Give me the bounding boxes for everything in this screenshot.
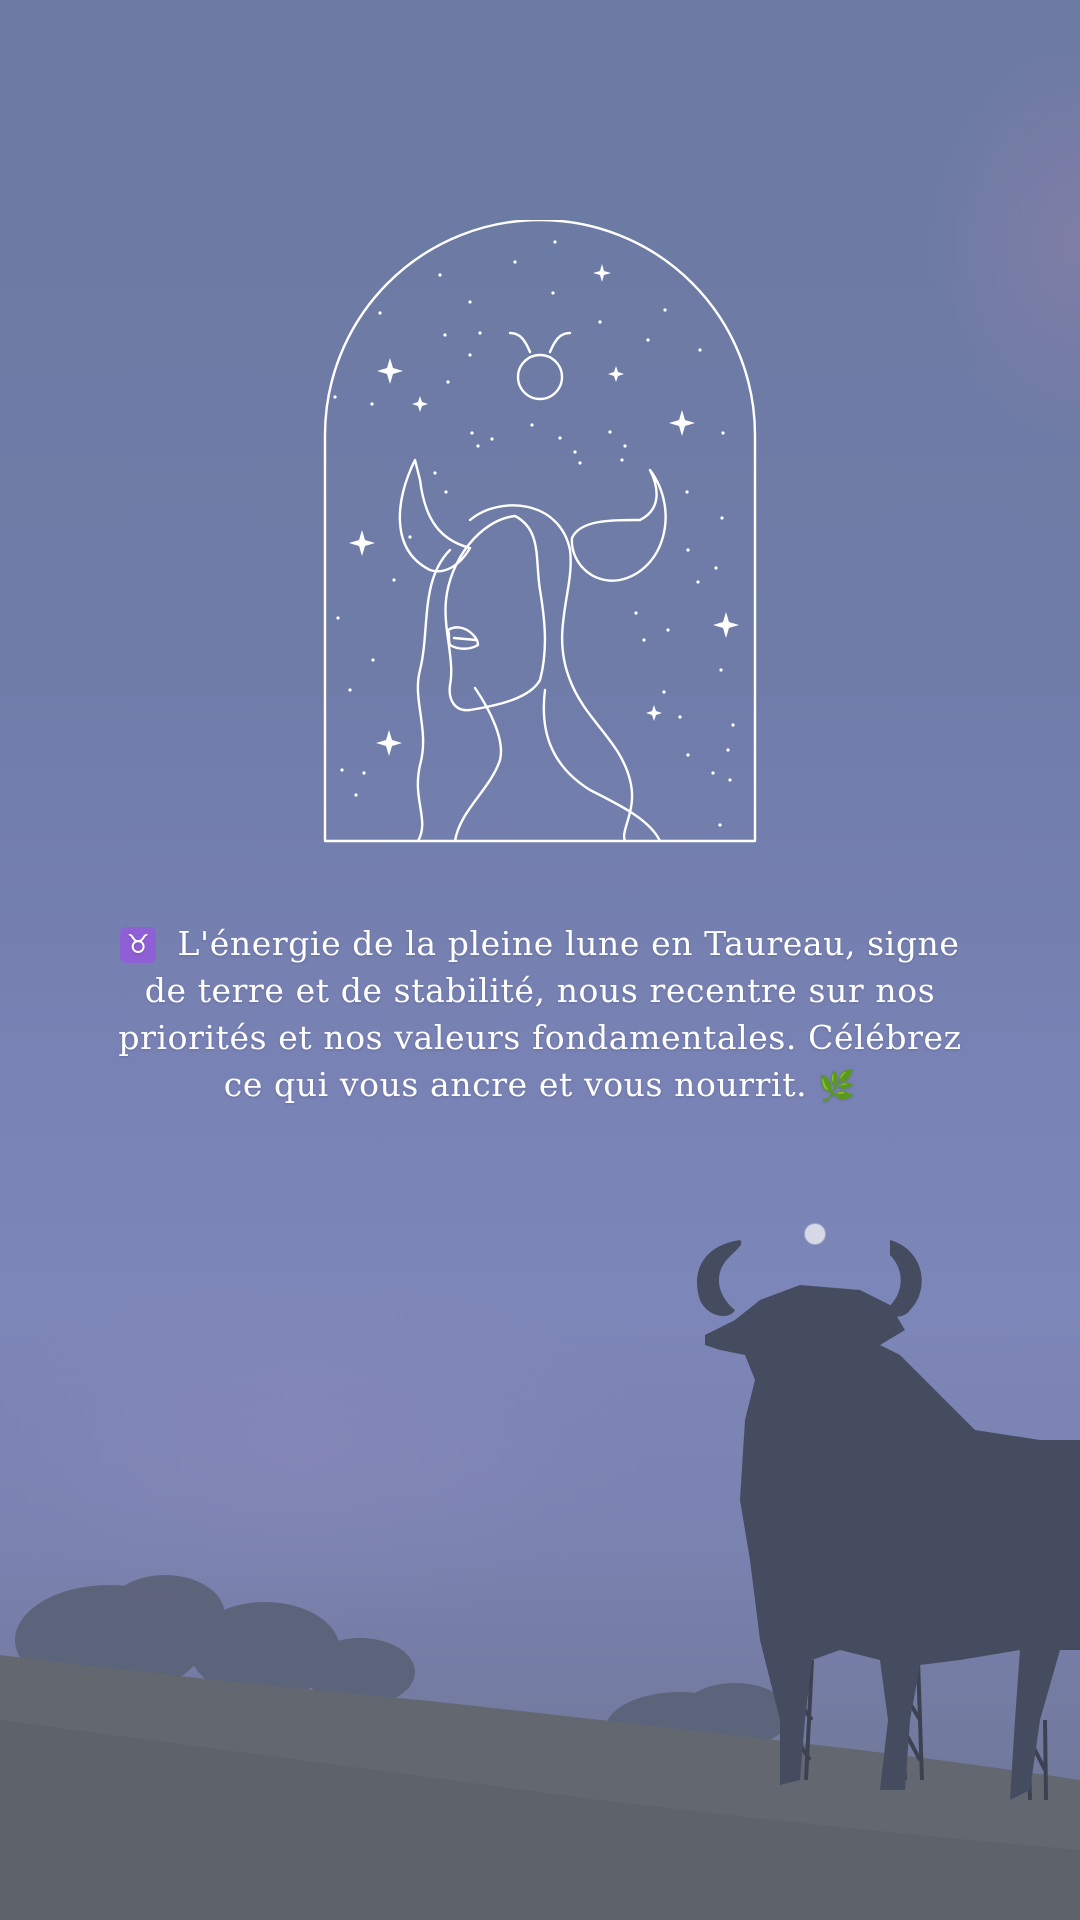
neck	[453, 686, 503, 843]
herb-leaf-icon: 🌿	[818, 1069, 857, 1104]
right-horn	[570, 468, 667, 582]
hair-left	[416, 548, 452, 843]
taurus-emoji-icon: ♉	[120, 927, 157, 963]
stars	[333, 240, 739, 827]
shoulder	[542, 688, 662, 843]
lips-icon	[446, 626, 480, 650]
hair-right	[468, 504, 634, 843]
taurus-symbol-icon	[508, 331, 572, 401]
moon-dot	[804, 1223, 826, 1245]
horoscope-caption: ♉ L'énergie de la pleine lune en Taureau…	[110, 920, 970, 1110]
taurus-emblem	[323, 220, 757, 843]
left-horn	[398, 458, 472, 573]
